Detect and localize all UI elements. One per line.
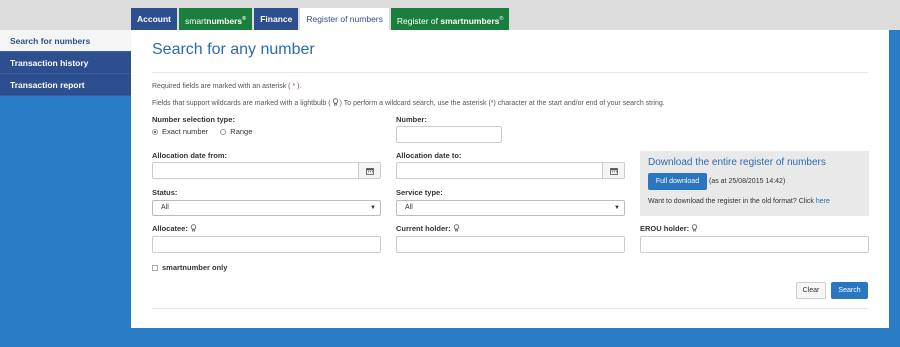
current-holder-label: Current holder: (396, 224, 460, 233)
calendar-icon[interactable] (358, 163, 380, 178)
lightbulb-icon (692, 224, 698, 232)
tab-smartnumbers[interactable]: smartnumbers® (179, 8, 253, 30)
chevron-down-icon: ▼ (614, 205, 620, 211)
chevron-down-icon: ▼ (370, 205, 376, 211)
number-selection-radios: Exact number Range (152, 127, 252, 136)
tab-finance[interactable]: Finance (254, 8, 299, 30)
service-type-label: Service type: (396, 188, 443, 197)
smartnumber-only-checkbox[interactable] (152, 264, 158, 271)
number-label: Number: (396, 115, 427, 124)
status-select[interactable]: All ▼ (152, 200, 381, 216)
allocation-date-from-label: Allocation date from: (152, 151, 228, 160)
exact-number-radio[interactable] (152, 128, 158, 135)
sidebar-item-search-for-numbers[interactable]: Search for numbers (0, 30, 131, 52)
download-as-at: (as at 25/08/2015 14:42) (709, 178, 786, 185)
main-tabs: Account smartnumbers® Finance Register o… (131, 8, 510, 30)
clear-button[interactable]: Clear (796, 282, 826, 299)
old-format-link[interactable]: here (816, 198, 830, 205)
search-button[interactable]: Search (831, 282, 868, 299)
current-holder-input[interactable] (396, 236, 625, 253)
status-label: Status: (152, 188, 178, 197)
wildcard-note: Fields that support wildcards are marked… (152, 98, 665, 107)
smartnumber-only-option: smartnumber only (152, 263, 227, 272)
sidebar-item-transaction-report[interactable]: Transaction report (0, 74, 131, 96)
calendar-icon[interactable] (602, 163, 624, 178)
range-radio[interactable] (220, 128, 227, 135)
allocation-date-to-input[interactable] (396, 162, 625, 179)
number-input[interactable] (396, 126, 502, 143)
allocatee-label: Allocatee: (152, 224, 197, 233)
erou-holder-input[interactable] (640, 236, 869, 253)
tab-register-of-numbers[interactable]: Register of numbers (300, 8, 389, 30)
required-note: Required fields are marked with an aster… (152, 83, 302, 90)
divider (152, 72, 868, 73)
sidebar-item-transaction-history[interactable]: Transaction history (0, 52, 131, 74)
allocation-date-from-input[interactable] (152, 162, 381, 179)
search-panel: Search for any number Required fields ar… (131, 30, 889, 328)
service-type-select[interactable]: All ▼ (396, 200, 625, 216)
number-selection-label: Number selection type: (152, 115, 235, 124)
lightbulb-icon (332, 98, 338, 106)
tab-register-of-smartnumbers[interactable]: Register of smartnumbers® (390, 8, 510, 30)
full-download-button[interactable]: Full download (648, 173, 707, 190)
page-title: Search for any number (152, 41, 315, 58)
erou-holder-label: EROU holder: (640, 224, 698, 233)
old-format-note: Want to download the register in the old… (648, 198, 830, 205)
download-title: Download the entire register of numbers (648, 157, 826, 168)
lightbulb-icon (453, 224, 459, 232)
allocation-date-to-label: Allocation date to: (396, 151, 462, 160)
sidebar: Search for numbers Transaction history T… (0, 30, 131, 96)
lightbulb-icon (190, 224, 197, 232)
download-register-box: Download the entire register of numbers … (640, 151, 869, 216)
tab-account[interactable]: Account (131, 8, 177, 30)
divider (152, 308, 868, 309)
allocatee-input[interactable] (152, 236, 381, 253)
